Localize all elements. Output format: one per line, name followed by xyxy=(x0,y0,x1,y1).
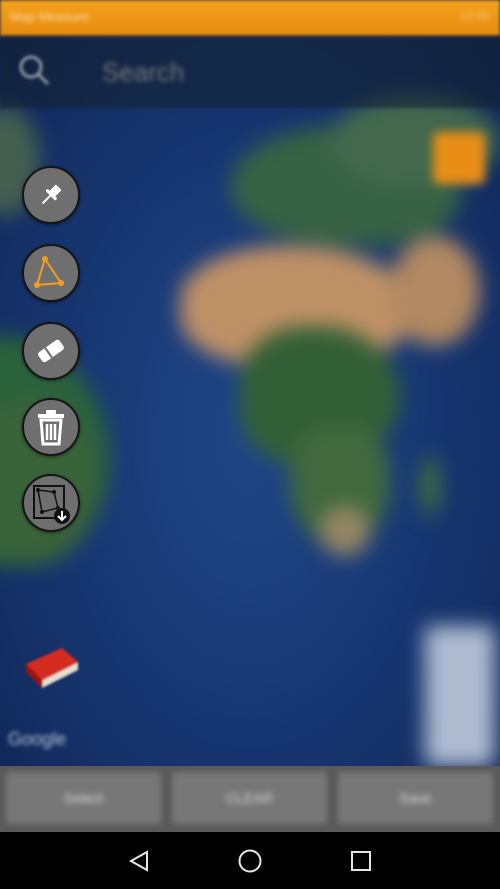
layers-button[interactable] xyxy=(433,132,485,184)
eraser-icon xyxy=(38,339,64,363)
pin-icon xyxy=(41,184,62,205)
home-button[interactable] xyxy=(232,843,268,879)
clock-label: 12:00 xyxy=(459,9,490,23)
polygon-tool-button[interactable] xyxy=(22,244,80,302)
back-button[interactable] xyxy=(121,843,157,879)
polygon-download-icon xyxy=(33,485,70,524)
trash-icon xyxy=(38,410,64,446)
pin-tool-button[interactable] xyxy=(22,166,80,224)
delete-tool-button[interactable] xyxy=(22,398,80,456)
save-button[interactable]: Save xyxy=(338,772,493,824)
search-input[interactable] xyxy=(100,55,404,89)
app-name-label: Map Measure xyxy=(10,9,90,24)
eraser-tool-button[interactable] xyxy=(22,322,80,380)
home-icon xyxy=(238,849,262,873)
save-shape-tool-button[interactable] xyxy=(22,474,80,532)
recents-icon xyxy=(351,851,371,871)
polygon-icon xyxy=(34,256,64,288)
recents-button[interactable] xyxy=(343,843,379,879)
select-button[interactable]: Select xyxy=(6,772,161,824)
book-icon[interactable] xyxy=(22,644,82,692)
back-icon xyxy=(128,850,148,872)
clear-button[interactable]: CLEAR xyxy=(172,772,327,824)
search-icon[interactable] xyxy=(16,52,52,88)
google-attribution: Google xyxy=(8,729,67,749)
